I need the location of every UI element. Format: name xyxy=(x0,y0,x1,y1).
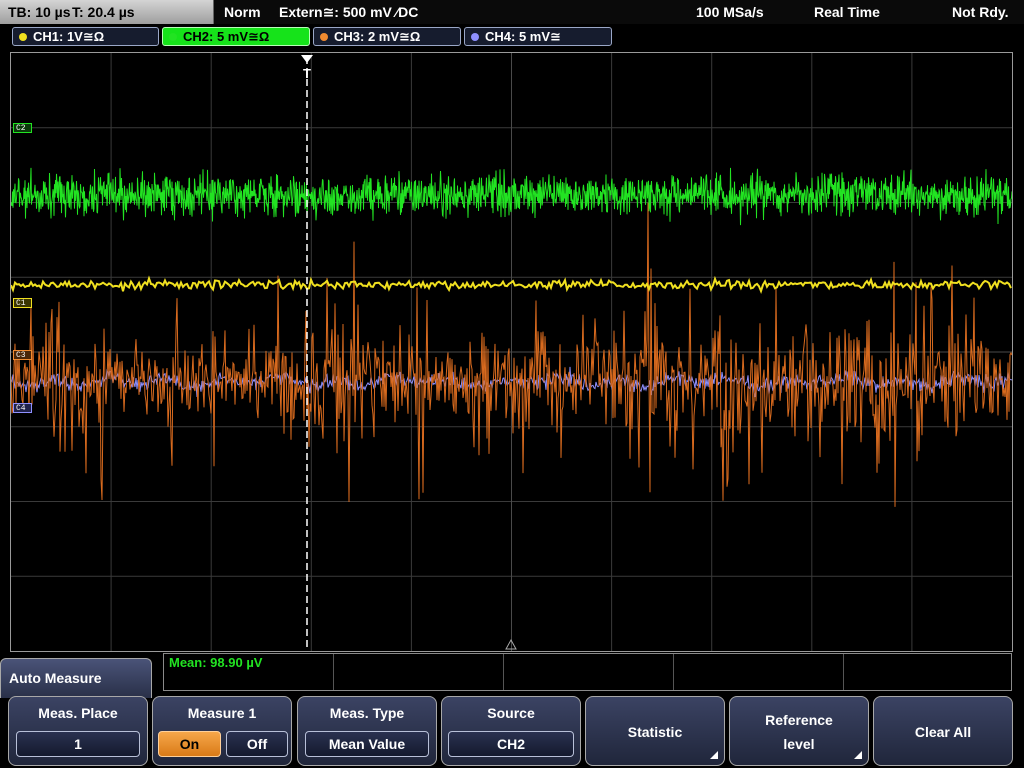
ch4-offset-marker[interactable]: C4 xyxy=(13,403,32,413)
mean-measurement-value: Mean: 98.90 µV xyxy=(169,655,263,670)
ch1-offset-marker[interactable]: C1 xyxy=(13,298,32,308)
source-value[interactable]: CH2 xyxy=(448,731,574,757)
channel-tab-label: CH4: 5 mV≅ xyxy=(485,29,561,44)
channel-tab-ch1[interactable]: CH1: 1V≅Ω xyxy=(12,27,159,46)
channel-bar: CH1: 1V≅Ω CH2: 5 mV≅Ω CH3: 2 mV≅Ω CH4: 5… xyxy=(0,24,1024,48)
waveform-canvas: T xyxy=(11,53,1012,651)
ch3-offset-marker[interactable]: C3 xyxy=(13,350,32,360)
source-softkey[interactable]: Source CH2 xyxy=(441,696,581,766)
channel-tab-label: CH2: 5 mV≅Ω xyxy=(183,29,270,44)
acquisition-state-label: Not Rdy. xyxy=(952,4,1009,20)
reference-level-label-line1: Reference xyxy=(765,712,833,728)
timebase-box[interactable]: TB: 10 µs T: 20.4 µs xyxy=(0,0,214,24)
source-title: Source xyxy=(487,705,535,721)
submenu-corner-icon xyxy=(710,751,718,759)
measurement-cell-2[interactable] xyxy=(334,654,504,690)
ch3-color-dot-icon xyxy=(320,33,328,41)
channel-tab-label: CH1: 1V≅Ω xyxy=(33,29,105,44)
graticule xyxy=(11,53,1012,651)
measurement-cell-4[interactable] xyxy=(674,654,844,690)
submenu-corner-icon xyxy=(854,751,862,759)
channel-tab-ch4[interactable]: CH4: 5 mV≅ xyxy=(464,27,612,46)
trigger-source-label[interactable]: Extern≅: 500 mV ⁄DC xyxy=(279,4,418,21)
channel-tab-ch2[interactable]: CH2: 5 mV≅Ω xyxy=(162,27,310,46)
trigger-time-label: T: 20.4 µs xyxy=(72,4,135,20)
channel-tab-ch3[interactable]: CH3: 2 mV≅Ω xyxy=(313,27,461,46)
measure1-title: Measure 1 xyxy=(187,705,257,721)
reference-level-label-line2: level xyxy=(783,736,815,752)
ch2-offset-marker[interactable]: C2 xyxy=(13,123,32,133)
channel-tab-label: CH3: 2 mV≅Ω xyxy=(334,29,421,44)
measure1-off-button[interactable]: Off xyxy=(226,731,288,757)
reference-level-softkey[interactable]: Reference level xyxy=(729,696,869,766)
meas-type-title: Meas. Type xyxy=(329,705,405,721)
statistic-softkey[interactable]: Statistic xyxy=(585,696,725,766)
timebase-label: TB: 10 µs xyxy=(8,4,71,20)
statistic-label: Statistic xyxy=(627,724,683,740)
ch1-color-dot-icon xyxy=(19,33,27,41)
meas-place-value[interactable]: 1 xyxy=(16,731,140,757)
meas-type-value[interactable]: Mean Value xyxy=(305,731,429,757)
trigger-mode-label[interactable]: Norm xyxy=(224,4,261,20)
meas-type-softkey[interactable]: Meas. Type Mean Value xyxy=(297,696,437,766)
waveform-display[interactable]: T C2 C1 C3 C4 xyxy=(10,52,1013,652)
acquisition-mode-label: Real Time xyxy=(814,4,880,20)
status-bar: TB: 10 µs T: 20.4 µs Norm Extern≅: 500 m… xyxy=(0,0,1024,24)
measurement-cell-5[interactable] xyxy=(844,654,1011,690)
menu-title-tab: Auto Measure xyxy=(0,658,152,698)
clear-all-softkey[interactable]: Clear All xyxy=(873,696,1013,766)
menu-title-label: Auto Measure xyxy=(9,670,102,686)
ch2-color-dot-icon xyxy=(169,33,177,41)
clear-all-label: Clear All xyxy=(914,724,972,740)
meas-place-title: Meas. Place xyxy=(38,705,118,721)
measure1-on-button[interactable]: On xyxy=(158,731,221,757)
sample-rate-label: 100 MSa/s xyxy=(696,4,764,20)
ch4-color-dot-icon xyxy=(471,33,479,41)
trigger-marker-label: T xyxy=(303,66,311,81)
measurement-cell-3[interactable] xyxy=(504,654,674,690)
measurement-result-bar: Mean: 98.90 µV xyxy=(163,653,1012,691)
measurement-cell-1[interactable]: Mean: 98.90 µV xyxy=(164,654,334,690)
measure1-softkey[interactable]: Measure 1 On Off xyxy=(152,696,292,766)
meas-place-softkey[interactable]: Meas. Place 1 xyxy=(8,696,148,766)
